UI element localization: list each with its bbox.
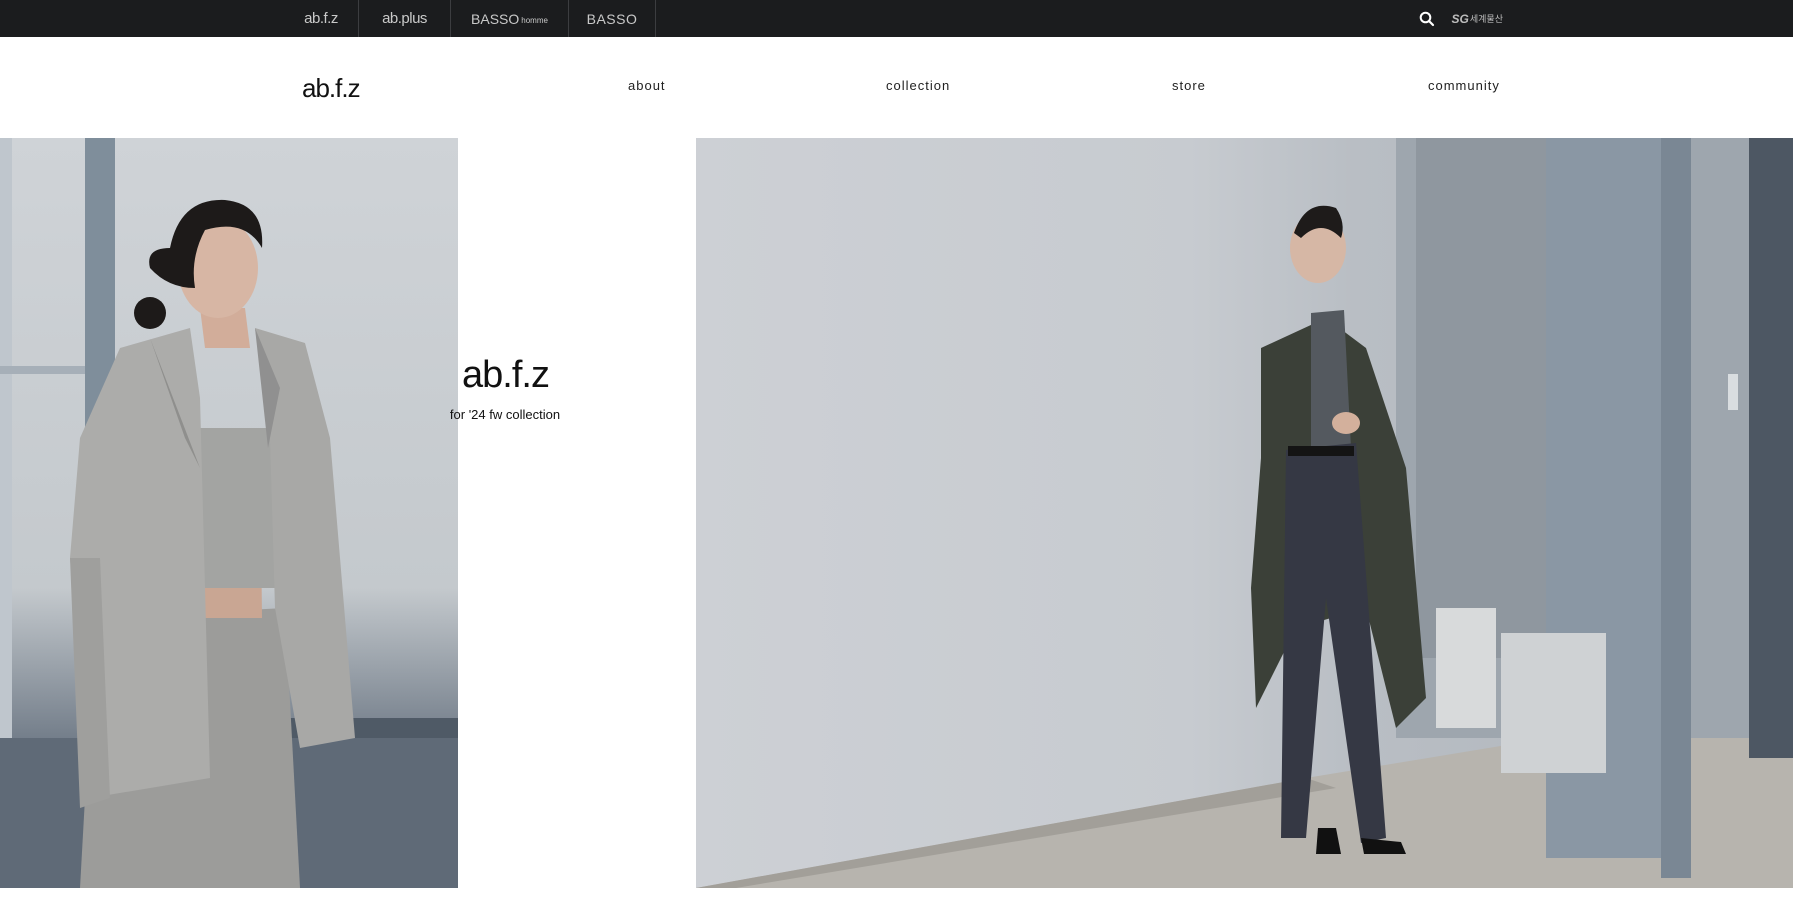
hero-image-left[interactable] — [0, 138, 458, 888]
brand-tab-basso[interactable]: BASSO — [569, 0, 656, 37]
hero-title: ab.f.z — [462, 354, 550, 396]
main-header: ab.f.z about collection store community — [0, 37, 1793, 138]
topbar-right: SG 세계물산 — [1418, 0, 1503, 37]
hero-subtitle: for '24 fw collection — [449, 407, 561, 422]
hero-image-right[interactable] — [696, 138, 1793, 888]
search-icon-svg — [1419, 11, 1434, 26]
search-icon[interactable] — [1418, 10, 1436, 28]
model-green-coat-illustration — [696, 138, 1793, 888]
nav-community[interactable]: community — [1428, 78, 1500, 93]
model-grey-suit-illustration — [0, 138, 458, 888]
sg-logo-mark: SG — [1451, 11, 1469, 26]
brand-tab-abfz[interactable]: ab.f.z — [284, 0, 359, 37]
nav-about[interactable]: about — [628, 78, 666, 93]
brand-tab-abplus[interactable]: ab.plus — [359, 0, 451, 37]
brand-tab-basso-homme-label: BASSO — [471, 10, 520, 27]
nav-store[interactable]: store — [1172, 78, 1206, 93]
nav-collection[interactable]: collection — [886, 78, 950, 93]
hero-section: ab.f.z for '24 fw collection — [0, 138, 1793, 888]
brand-tabs: ab.f.z ab.plus BASSO homme BASSO — [284, 0, 656, 37]
sg-logo-korean: 세계물산 — [1469, 14, 1503, 24]
site-logo[interactable]: ab.f.z — [302, 73, 361, 104]
hero-text-panel — [458, 138, 696, 888]
sg-group-logo[interactable]: SG 세계물산 — [1452, 12, 1503, 26]
brand-tab-basso-homme-suffix: homme — [521, 16, 548, 25]
brand-tab-basso-homme[interactable]: BASSO homme — [451, 0, 569, 37]
page: ab.f.z ab.plus BASSO homme BASSO SG 세계물산 … — [0, 0, 1793, 918]
brand-topbar: ab.f.z ab.plus BASSO homme BASSO SG 세계물산 — [0, 0, 1793, 37]
